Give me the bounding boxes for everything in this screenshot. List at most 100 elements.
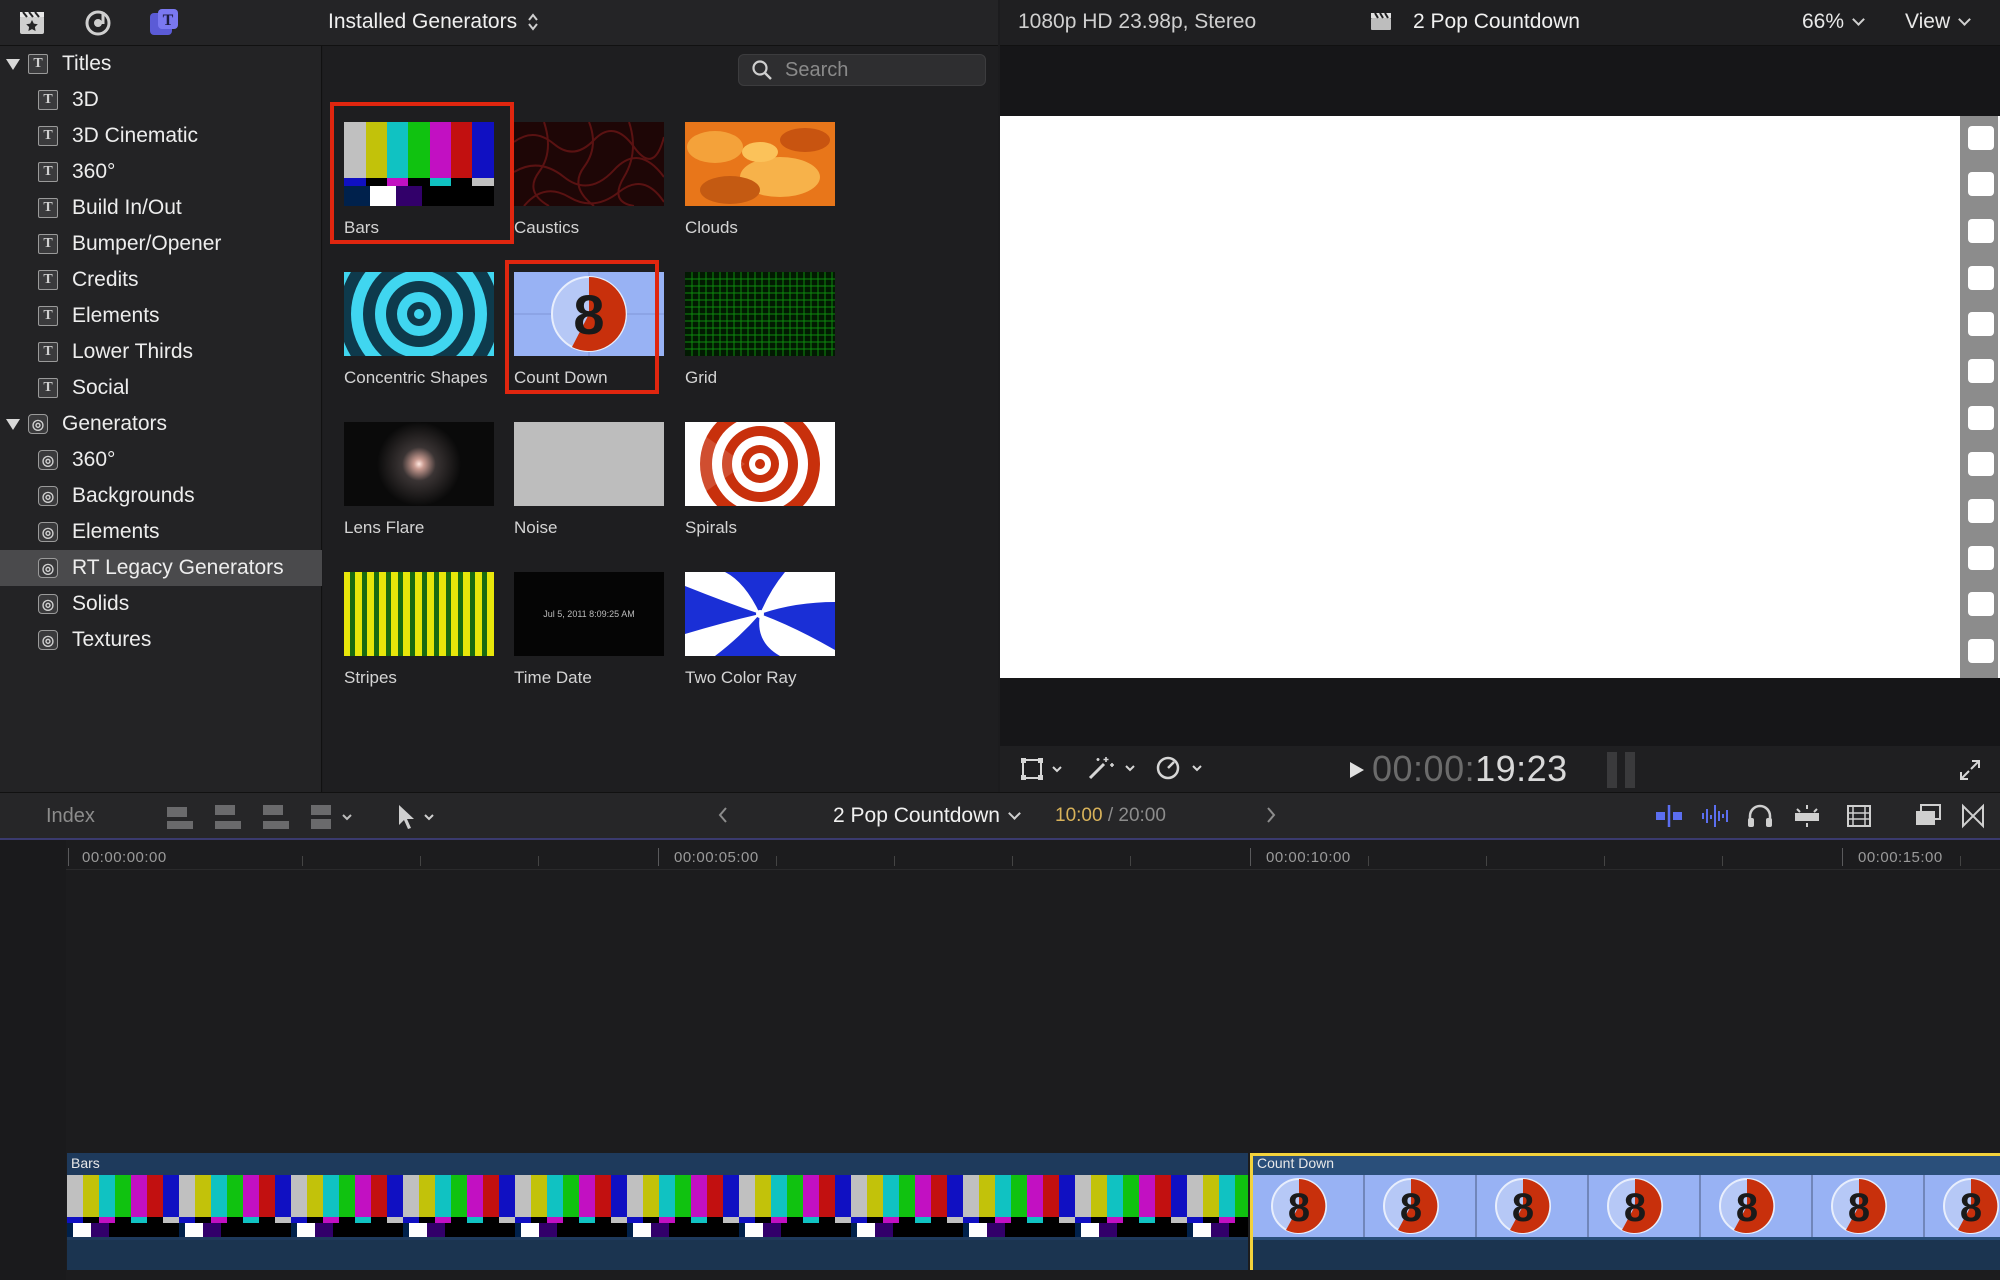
sidebar-item-360-generators[interactable]: ◎ 360° — [0, 442, 322, 478]
fullscreen-icon[interactable] — [1958, 758, 1982, 787]
generator-selector-label: Installed Generators — [328, 10, 518, 33]
filmstrip-frame — [403, 1175, 515, 1237]
filmstrip-frame — [179, 1175, 291, 1237]
sidebar-item-3d[interactable]: T 3D — [0, 82, 322, 118]
sidebar-item-generators[interactable]: ◎ Generators — [0, 406, 322, 442]
svg-text:8: 8 — [1960, 1186, 1982, 1230]
audio-skimming-icon[interactable] — [1700, 803, 1730, 834]
title-icon: T — [38, 198, 58, 218]
filmstrip-sprockets — [1960, 116, 1998, 678]
generator-icon: ◎ — [38, 522, 58, 542]
search-field[interactable]: Search — [738, 54, 986, 86]
sidebar-item-label: Titles — [62, 52, 112, 75]
timeline-duration: 10:00 / 20:00 — [1055, 805, 1166, 827]
sidebar-item-rt-legacy-generators[interactable]: ◎ RT Legacy Generators — [0, 550, 322, 586]
generator-tile-time-date[interactable]: Jul 5, 2011 8:09:25 AM Time Date — [514, 572, 664, 688]
zoom-menu[interactable]: 66% — [1802, 10, 1865, 34]
clip-appearance-icon[interactable] — [1846, 803, 1872, 834]
sidebar-item-360-titles[interactable]: T 360° — [0, 154, 322, 190]
timeline-project-menu[interactable]: 2 Pop Countdown — [833, 804, 1021, 828]
transitions-browser-icon[interactable] — [1960, 803, 1986, 834]
caustics-thumbnail — [514, 122, 664, 206]
generator-tile-concentric-shapes[interactable]: Concentric Shapes — [344, 272, 494, 388]
svg-text:T: T — [163, 12, 174, 29]
generator-tile-clouds[interactable]: Clouds — [685, 122, 835, 238]
filmstrip-frame: 8 — [1813, 1175, 1925, 1237]
solo-headphones-icon[interactable] — [1746, 803, 1774, 834]
skimming-icon[interactable] — [1654, 803, 1684, 834]
sidebar: T Titles T 3D T 3D Cinematic T 360° T Build I… — [0, 46, 322, 792]
snapping-icon[interactable] — [1792, 803, 1822, 834]
sidebar-item-label: Bumper/Opener — [72, 232, 222, 255]
tile-label: Clouds — [685, 218, 738, 237]
sidebar-item-label: 3D — [72, 88, 99, 111]
sidebar-item-label: Lower Thirds — [72, 340, 193, 363]
timeline-clip-bars[interactable]: Bars — [67, 1153, 1248, 1270]
filmstrip-frame — [627, 1175, 739, 1237]
sidebar-item-3d-cinematic[interactable]: T 3D Cinematic — [0, 118, 322, 154]
generator-icon: ◎ — [38, 486, 58, 506]
photos-audio-icon[interactable] — [80, 6, 116, 40]
view-label: View — [1905, 10, 1951, 33]
generator-tile-stripes[interactable]: Stripes — [344, 572, 494, 688]
sidebar-item-titles[interactable]: T Titles — [0, 46, 322, 82]
timeline-clip-count-down[interactable]: Count Down 8 8 8 8 8 8 8 — [1250, 1153, 2000, 1270]
count-down-filmstrip: 8 8 8 8 8 8 8 — [1253, 1175, 2000, 1237]
tile-label: Two Color Ray — [685, 668, 797, 687]
generator-tile-caustics[interactable]: Caustics — [514, 122, 664, 238]
sidebar-item-elements-generators[interactable]: ◎ Elements — [0, 514, 322, 550]
clouds-thumbnail — [685, 122, 835, 206]
generator-icon: ◎ — [38, 630, 58, 650]
index-button[interactable]: Index — [46, 805, 95, 828]
tile-label: Lens Flare — [344, 518, 425, 537]
tile-label: Time Date — [514, 668, 592, 687]
title-icon: T — [28, 54, 48, 74]
audio-meter-icon — [1605, 750, 1639, 795]
sidebar-item-backgrounds[interactable]: ◎ Backgrounds — [0, 478, 322, 514]
timecode-display: 00:00:19:23 — [1372, 748, 1568, 790]
spirals-thumbnail — [685, 422, 835, 506]
history-forward-icon[interactable] — [1264, 805, 1278, 830]
select-tool-icon[interactable] — [395, 803, 439, 836]
history-back-icon[interactable] — [716, 805, 730, 830]
magic-wand-icon[interactable] — [1086, 754, 1140, 787]
sidebar-item-label: Solids — [72, 592, 130, 615]
sidebar-item-label: RT Legacy Generators — [72, 556, 284, 579]
stripes-thumbnail — [344, 572, 494, 656]
titles-generators-icon[interactable]: T — [146, 6, 182, 40]
generator-tile-noise[interactable]: Noise — [514, 422, 664, 538]
retime-icon[interactable] — [1155, 754, 1209, 787]
generator-selector[interactable]: Installed Generators — [328, 10, 539, 34]
transform-icon[interactable] — [1020, 756, 1066, 787]
generator-tile-grid[interactable]: Grid — [685, 272, 835, 388]
sidebar-item-bumper-opener[interactable]: T Bumper/Opener — [0, 226, 322, 262]
sidebar-item-textures[interactable]: ◎ Textures — [0, 622, 322, 658]
generator-tile-two-color-ray[interactable]: Two Color Ray — [685, 572, 835, 688]
view-menu[interactable]: View — [1905, 10, 1972, 34]
play-icon[interactable] — [1348, 760, 1366, 785]
timeline-index-icon[interactable] — [1914, 803, 1942, 834]
sidebar-item-build-in-out[interactable]: T Build In/Out — [0, 190, 322, 226]
sidebar-item-social[interactable]: T Social — [0, 370, 322, 406]
lens-flare-thumbnail — [344, 422, 494, 506]
total-time: / 20:00 — [1107, 805, 1166, 826]
tile-label: Concentric Shapes — [344, 368, 488, 387]
timeline-ruler[interactable]: 00:00:00:00 00:00:05:00 00:00:10:00 00:0… — [66, 840, 2000, 870]
generator-tile-lens-flare[interactable]: Lens Flare — [344, 422, 494, 538]
sidebar-item-solids[interactable]: ◎ Solids — [0, 586, 322, 622]
disclosure-triangle-icon[interactable] — [6, 418, 20, 430]
disclosure-triangle-icon[interactable] — [6, 58, 20, 70]
bars-highlight-box — [330, 102, 514, 244]
viewer-header: 1080p HD 23.98p, Stereo 2 Pop Countdown … — [1000, 0, 2000, 46]
generator-tile-spirals[interactable]: Spirals — [685, 422, 835, 538]
generator-icon: ◎ — [38, 558, 58, 578]
edit-buttons-icon[interactable] — [163, 801, 363, 838]
sidebar-item-credits[interactable]: T Credits — [0, 262, 322, 298]
generator-icon: ◎ — [38, 594, 58, 614]
count-down-highlight-box — [505, 260, 659, 394]
filmstrip-frame — [851, 1175, 963, 1237]
sidebar-item-elements-titles[interactable]: T Elements — [0, 298, 322, 334]
title-icon: T — [38, 378, 58, 398]
libraries-icon[interactable] — [14, 6, 50, 40]
sidebar-item-lower-thirds[interactable]: T Lower Thirds — [0, 334, 322, 370]
